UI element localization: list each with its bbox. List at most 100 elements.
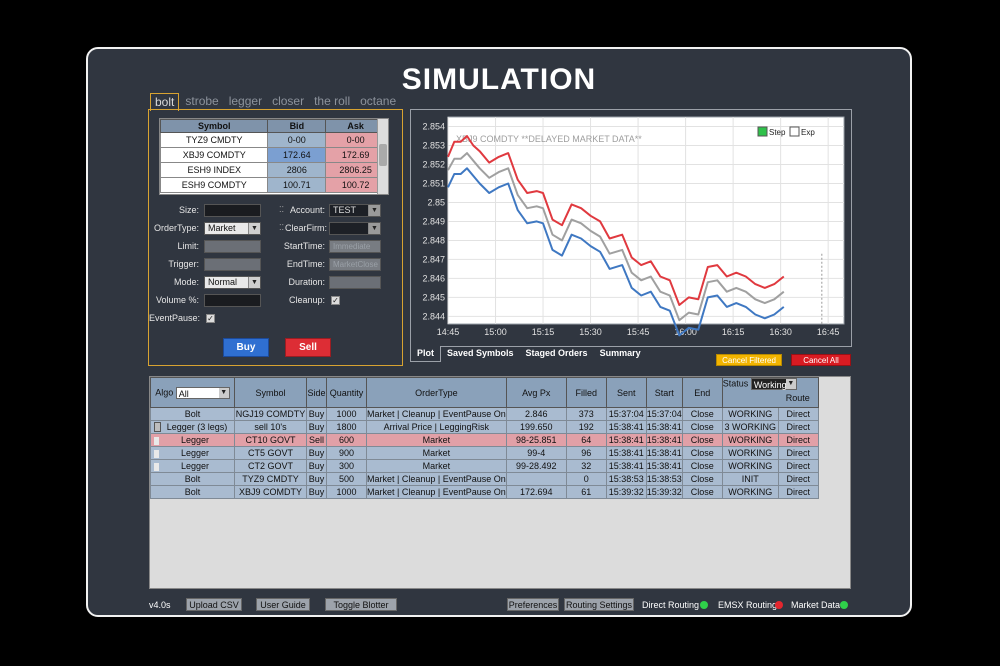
blotter-cell-qty[interactable]: 1800 [326, 420, 367, 434]
blotter-cell-route[interactable]: Direct [777, 433, 819, 447]
blotter-cell-start[interactable]: 15:38:41 [645, 420, 683, 434]
toggle-blotter-button[interactable]: Toggle Blotter [325, 598, 397, 611]
blotter-cell-start[interactable]: 15:38:41 [645, 459, 683, 473]
blotter-cell-status[interactable]: WORKING [721, 407, 779, 421]
preferences-button[interactable]: Preferences [507, 598, 559, 611]
quote-bid[interactable]: 2806 [267, 162, 327, 178]
quote-scrollbar[interactable] [377, 119, 388, 194]
blotter-cell-status[interactable]: 3 WORKING [721, 420, 779, 434]
quote-header-bid[interactable]: Bid [267, 119, 327, 133]
status-filter-select[interactable]: Working ▼ [750, 378, 797, 390]
blotter-cell-end[interactable]: Close [681, 433, 723, 447]
blotter-cell-route[interactable]: Direct [777, 407, 819, 421]
blotter-cell-avgpx[interactable]: 172.694 [505, 485, 567, 499]
blotter-cell-sent[interactable]: 15:38:41 [605, 446, 647, 460]
blotter-cell-qty[interactable]: 1000 [326, 407, 367, 421]
tab-summary[interactable]: Summary [594, 346, 647, 362]
blotter-cell-ordertype[interactable]: Arrival Price | LeggingRisk [366, 420, 507, 434]
blotter-cell-start[interactable]: 15:37:04 [645, 407, 683, 421]
user-guide-button[interactable]: User Guide [256, 598, 310, 611]
cancel-all-button[interactable]: Cancel All [791, 354, 851, 366]
blotter-cell-algo[interactable]: Bolt [150, 485, 235, 499]
table-row[interactable]: Legger CT5 GOVT Buy 900 Market 99-4 96 15:38:41… [150, 446, 819, 460]
blotter-header-symbol[interactable]: Symbol [234, 377, 307, 408]
blotter-cell-ordertype[interactable]: Market [366, 433, 507, 447]
blotter-header-avgpx[interactable]: Avg Px [505, 377, 567, 408]
blotter-cell-filled[interactable]: 373 [565, 407, 607, 421]
legend-checkbox-exp[interactable] [789, 126, 800, 137]
blotter-cell-symbol[interactable]: TYZ9 CMDTY [234, 472, 307, 486]
blotter-cell-qty[interactable]: 600 [326, 433, 367, 447]
blotter-cell-symbol[interactable]: sell 10's [234, 420, 307, 434]
blotter-cell-ordertype[interactable]: Market | Cleanup | EventPause On [366, 407, 507, 421]
algo-filter-select[interactable]: All ▼ [175, 386, 230, 399]
blotter-cell-symbol[interactable]: CT10 GOVT [234, 433, 307, 447]
mode-select[interactable]: Normal ▼ [204, 276, 261, 289]
blotter-cell-start[interactable]: 15:38:53 [645, 472, 683, 486]
blotter-cell-avgpx[interactable]: 98-25.851 [505, 433, 567, 447]
blotter-header-route[interactable]: Route [786, 390, 810, 407]
quote-row[interactable]: ESH9 COMDTY 100.71 100.72 [160, 177, 386, 193]
quote-symbol[interactable]: ESH9 COMDTY [160, 177, 269, 193]
blotter-cell-sent[interactable]: 15:38:41 [605, 459, 647, 473]
group-icon[interactable] [154, 422, 161, 433]
blotter-cell-side[interactable]: Buy [306, 459, 327, 473]
blotter-cell-qty[interactable]: 300 [326, 459, 367, 473]
blotter-cell-qty[interactable]: 900 [326, 446, 367, 460]
endtime-input[interactable]: MarketClose [329, 258, 381, 271]
blotter-cell-ordertype[interactable]: Market | Cleanup | EventPause On [366, 485, 507, 499]
quote-symbol[interactable]: XBJ9 COMDTY [160, 147, 269, 163]
cancel-filtered-button[interactable]: Cancel Filtered [716, 354, 782, 366]
blotter-cell-end[interactable]: Close [681, 420, 723, 434]
blotter-cell-filled[interactable]: 64 [565, 433, 607, 447]
blotter-cell-status[interactable]: WORKING [721, 433, 779, 447]
blotter-cell-route[interactable]: Direct [777, 420, 819, 434]
blotter-cell-route[interactable]: Direct [777, 472, 819, 486]
quote-bid[interactable]: 172.64 [267, 147, 327, 163]
blotter-cell-qty[interactable]: 500 [326, 472, 367, 486]
blotter-cell-status[interactable]: WORKING [721, 446, 779, 460]
blotter-cell-avgpx[interactable]: 99-28.492 [505, 459, 567, 473]
blotter-cell-status[interactable]: INIT [721, 472, 779, 486]
blotter-cell-sent[interactable]: 15:38:41 [605, 420, 647, 434]
blotter-cell-qty[interactable]: 1000 [326, 485, 367, 499]
clearfirm-select[interactable]: ▼ [329, 222, 381, 235]
eventpause-checkbox[interactable]: ✓ [206, 314, 215, 323]
blotter-cell-algo[interactable]: Legger [150, 433, 235, 447]
quote-bid[interactable]: 100.71 [267, 177, 327, 193]
duration-input[interactable] [329, 276, 381, 289]
blotter-cell-ordertype[interactable]: Market | Cleanup | EventPause On [366, 472, 507, 486]
blotter-cell-start[interactable]: 15:38:41 [645, 433, 683, 447]
blotter-cell-symbol[interactable]: NGJ19 COMDTY [234, 407, 307, 421]
upload-csv-button[interactable]: Upload CSV [186, 598, 242, 611]
table-row[interactable]: Legger CT10 GOVT Sell 600 Market 98-25.851 64 1… [150, 433, 819, 447]
blotter-cell-symbol[interactable]: CT2 GOVT [234, 459, 307, 473]
blotter-cell-algo[interactable]: Bolt [150, 472, 235, 486]
ordertype-select[interactable]: Market ▼ [204, 222, 261, 235]
blotter-cell-algo[interactable]: Legger [150, 459, 235, 473]
blotter-cell-filled[interactable]: 0 [565, 472, 607, 486]
blotter-cell-sent[interactable]: 15:37:04 [605, 407, 647, 421]
blotter-cell-route[interactable]: Direct [777, 459, 819, 473]
blotter-cell-filled[interactable]: 192 [565, 420, 607, 434]
table-row[interactable]: Bolt NGJ19 COMDTY Buy 1000 Market | Cleanup … [150, 407, 819, 421]
size-input[interactable] [204, 204, 261, 217]
blotter-cell-avgpx[interactable]: 199.650 [505, 420, 567, 434]
blotter-cell-sent[interactable]: 15:39:32 [605, 485, 647, 499]
blotter-cell-avgpx[interactable]: 99-4 [505, 446, 567, 460]
tab-staged-orders[interactable]: Staged Orders [520, 346, 594, 362]
trigger-input[interactable] [204, 258, 261, 271]
legend-checkbox-step[interactable] [757, 126, 768, 137]
quote-symbol[interactable]: ESH9 INDEX [160, 162, 269, 178]
blotter-cell-sent[interactable]: 15:38:53 [605, 472, 647, 486]
blotter-header-sent[interactable]: Sent [605, 377, 647, 408]
blotter-cell-filled[interactable]: 61 [565, 485, 607, 499]
blotter-header-filled[interactable]: Filled [565, 377, 607, 408]
blotter-header-status[interactable]: Status Working ▼ Route [721, 377, 819, 408]
blotter-cell-end[interactable]: Close [681, 459, 723, 473]
blotter-cell-status[interactable]: WORKING [721, 459, 779, 473]
blotter-cell-symbol[interactable]: CT5 GOVT [234, 446, 307, 460]
volume-input[interactable] [204, 294, 261, 307]
blotter-cell-end[interactable]: Close [681, 446, 723, 460]
blotter-cell-avgpx[interactable]: 2.846 [505, 407, 567, 421]
